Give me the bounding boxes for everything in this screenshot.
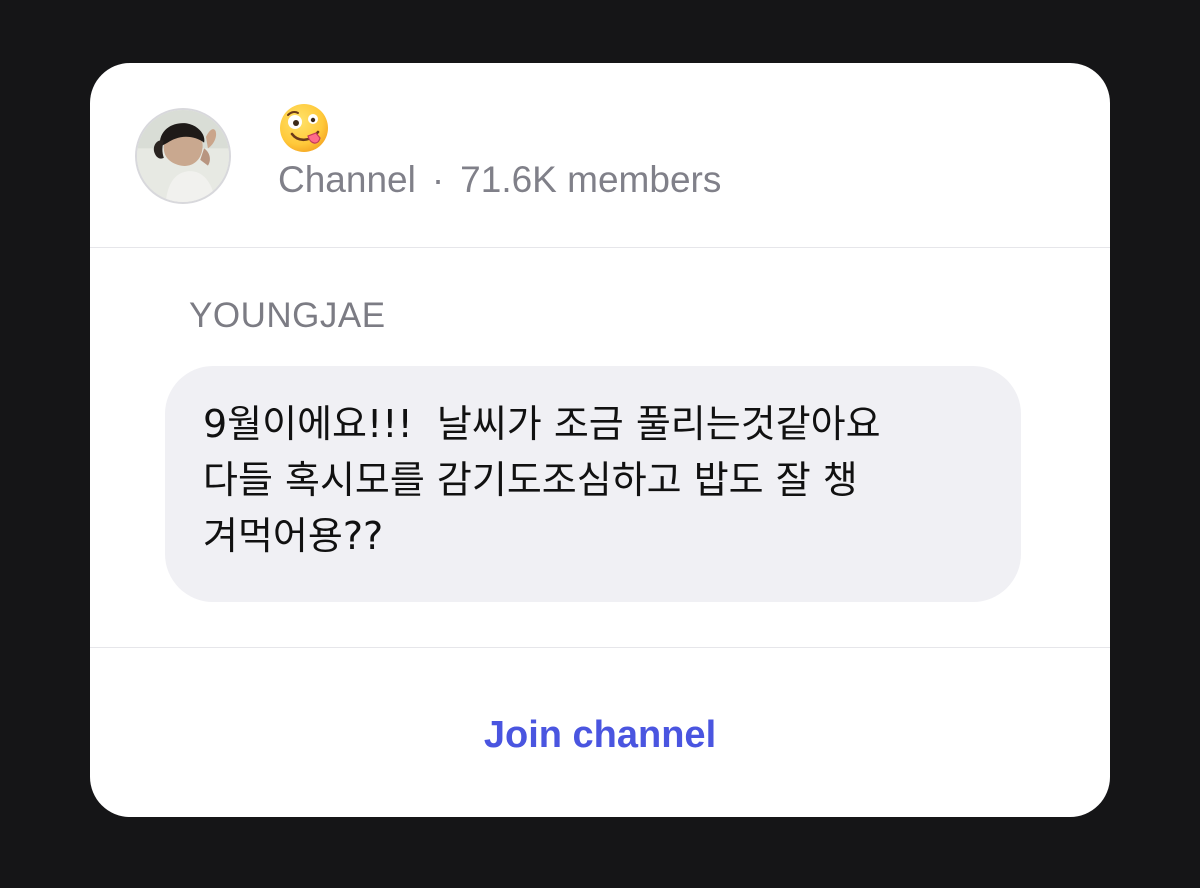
member-count: 71.6K members	[460, 159, 722, 200]
card-footer: Join channel	[90, 647, 1110, 817]
message-preview: YOUNGJAE 9월이에요!!! 날씨가 조금 풀리는것같아요 다들 혹시모를…	[90, 248, 1110, 646]
join-channel-button[interactable]: Join channel	[400, 700, 800, 770]
zany-face-icon	[278, 102, 330, 154]
channel-preview-card: Channel · 71.6K members YOUNGJAE 9월이에요!!! …	[90, 63, 1110, 817]
channel-type-label: Channel	[278, 159, 416, 200]
message-text: 9월이에요!!! 날씨가 조금 풀리는것같아요 다들 혹시모를 감기도조심하고 …	[203, 402, 881, 558]
channel-meta: Channel · 71.6K members	[278, 158, 721, 202]
message-bubble: 9월이에요!!! 날씨가 조금 풀리는것같아요 다들 혹시모를 감기도조심하고 …	[165, 366, 1021, 602]
channel-avatar[interactable]	[135, 108, 231, 204]
message-author: YOUNGJAE	[189, 296, 386, 335]
channel-header: Channel · 71.6K members	[90, 63, 1110, 248]
avatar-photo	[137, 110, 229, 202]
meta-separator: ·	[431, 159, 445, 200]
